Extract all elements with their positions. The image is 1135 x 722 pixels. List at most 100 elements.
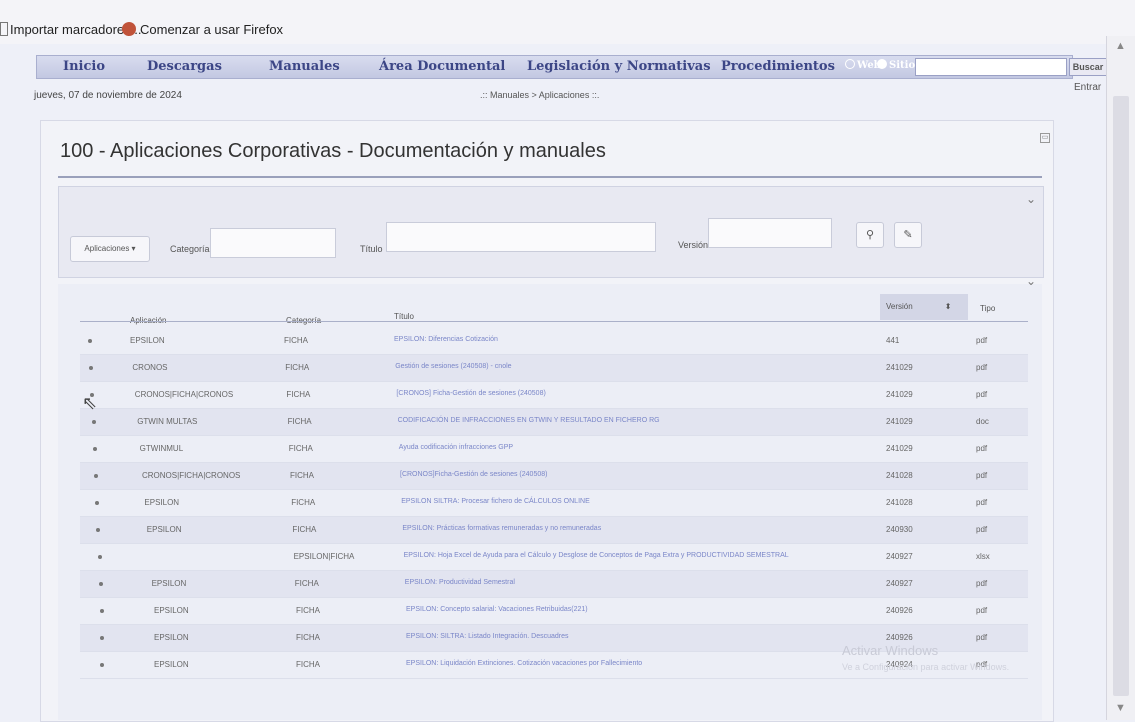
cell-titulo[interactable]: EPSILON: Liquidación Extinciones. Cotiza…	[406, 660, 642, 667]
row-expand-icon[interactable]	[100, 663, 104, 667]
header-tipo[interactable]: Tipo	[980, 304, 995, 313]
cell-aplicacion: EPSILON	[144, 498, 180, 507]
nav-area-documental[interactable]: Área Documental	[379, 59, 505, 74]
categoria-input[interactable]	[210, 228, 336, 258]
row-expand-icon[interactable]	[96, 528, 101, 532]
cell-titulo[interactable]: [CRONOS]Ficha-Gestión de sesiones (24050…	[400, 471, 547, 478]
panel-collapse-icon[interactable]: ▭	[1040, 133, 1050, 143]
nav-procedimientos[interactable]: Procedimientos	[721, 59, 835, 74]
header-version[interactable]: Versión ⬍	[880, 294, 968, 320]
radio-site-icon	[877, 59, 887, 69]
cell-titulo[interactable]: Ayuda codificación infracciones GPP	[399, 444, 513, 451]
cell-titulo[interactable]: EPSILON: SILTRA: Listado Integración. De…	[406, 633, 569, 640]
cell-titulo[interactable]: EPSILON: Diferencias Cotización	[394, 336, 498, 343]
cell-titulo[interactable]: EPSILON: Productividad Semestral	[405, 579, 515, 586]
cell-version: 441	[886, 336, 900, 345]
main-navigation: Inicio Descargas Manuales Área Documenta…	[36, 55, 1107, 79]
cell-version: 241029	[886, 363, 913, 372]
row-expand-icon[interactable]	[100, 609, 104, 613]
nav-legislacion[interactable]: Legislación y Normativas	[527, 59, 711, 74]
filter-collapse-chevron-icon[interactable]: ⌄	[1026, 192, 1036, 206]
title-divider	[58, 176, 1042, 178]
row-expand-icon[interactable]	[92, 447, 97, 451]
table-row[interactable]: EPSILON FICHA EPSILON: Prácticas formativa…	[80, 517, 1028, 544]
titulo-input[interactable]	[386, 222, 656, 252]
cell-titulo[interactable]: EPSILON: Hoja Excel de Ayuda para el Cál…	[404, 552, 789, 559]
firefox-icon	[122, 22, 136, 36]
radio-web[interactable]: Web	[845, 59, 881, 71]
cell-version: 241029	[886, 390, 913, 399]
table-row[interactable]: EPSILON FICHA EPSILON: Productividad Semes…	[80, 571, 1028, 598]
cell-categoria: FICHA	[286, 390, 311, 399]
cell-categoria: FICHA	[296, 633, 320, 642]
bookmark-import[interactable]: Importar marcadores...	[0, 22, 142, 37]
search-button[interactable]: Buscar	[1069, 58, 1107, 76]
clear-filter-button[interactable]: ✎	[894, 222, 922, 248]
version-input[interactable]	[708, 218, 832, 248]
row-expand-icon[interactable]	[100, 636, 104, 640]
cell-tipo: pdf	[976, 363, 988, 372]
scroll-down-icon[interactable]: ▼	[1115, 702, 1126, 714]
table-row[interactable]: CRONOS FICHA Gestión de sesiones (240508) …	[80, 355, 1028, 382]
scroll-up-icon[interactable]: ▲	[1115, 40, 1126, 52]
site-search-input[interactable]	[915, 58, 1067, 76]
cell-tipo: pdf	[976, 633, 988, 642]
row-expand-icon[interactable]	[98, 582, 103, 586]
table-row[interactable]: EPSILON FICHA EPSILON: Diferencias Cotizac…	[80, 328, 1028, 355]
scroll-thumb[interactable]	[1113, 96, 1129, 696]
applications-dropdown[interactable]: Aplicaciones ▾	[70, 236, 150, 262]
login-link[interactable]: Entrar	[1074, 82, 1101, 93]
table-collapse-chevron-icon[interactable]: ⌄	[1026, 274, 1036, 288]
row-expand-icon[interactable]	[88, 339, 92, 343]
header-titulo[interactable]: Título	[394, 312, 414, 321]
categoria-label: Categoría	[170, 244, 210, 254]
search-icon: ⚲	[865, 229, 875, 241]
cell-titulo[interactable]: EPSILON: Prácticas formativas remunerada…	[402, 525, 601, 532]
nav-inicio[interactable]: Inicio	[63, 59, 105, 74]
nav-descargas[interactable]: Descargas	[147, 59, 222, 74]
cell-aplicacion: CRONOS|FICHA|CRONOS	[134, 390, 234, 399]
row-expand-icon[interactable]	[97, 555, 102, 559]
cell-tipo: pdf	[976, 579, 988, 588]
cell-titulo[interactable]: EPSILON: Concepto salarial: Vacaciones R…	[406, 606, 588, 613]
row-expand-icon[interactable]	[94, 474, 98, 478]
cell-categoria: FICHA	[284, 336, 308, 345]
page-scrollbar[interactable]: ▲ ▼	[1106, 36, 1135, 720]
nav-manuales[interactable]: Manuales	[269, 59, 340, 74]
table-row[interactable]: GTWIN MULTAS FICHA CODIFICACIÓN DE INFRACC…	[80, 409, 1028, 436]
cell-titulo[interactable]: [CRONOS] Ficha-Gestión de sesiones (2405…	[396, 390, 545, 397]
table-row[interactable]: EPSILON FICHA EPSILON: Concepto salarial: …	[80, 598, 1028, 625]
radio-site[interactable]: Sitio	[877, 59, 915, 71]
eraser-icon: ✎	[903, 229, 913, 241]
cell-titulo[interactable]: CODIFICACIÓN DE INFRACCIONES EN GTWIN Y …	[398, 417, 660, 424]
cell-version: 240926	[886, 633, 913, 642]
cell-categoria: FICHA	[296, 660, 320, 669]
cell-version: 241029	[886, 444, 913, 453]
cell-version: 241028	[886, 498, 913, 507]
cell-categoria: FICHA	[291, 498, 316, 507]
table-row[interactable]: EPSILON|FICHA EPSILON: Hoja Excel de Ayud…	[80, 544, 1028, 571]
header-divider	[80, 321, 1028, 322]
cell-aplicacion: GTWIN MULTAS	[137, 417, 198, 426]
row-expand-icon[interactable]	[95, 501, 100, 505]
cell-titulo[interactable]: EPSILON SILTRA: Procesar fichero de CÁLC…	[401, 498, 590, 505]
table-row[interactable]: CRONOS|FICHA|CRONOS FICHA [CRONOS] Ficha-G…	[80, 382, 1028, 409]
cell-version: 240930	[886, 525, 913, 534]
search-filter-button[interactable]: ⚲	[856, 222, 884, 248]
sort-icon: ⬍	[944, 302, 952, 311]
cell-aplicacion: EPSILON	[154, 606, 189, 615]
cell-version: 241029	[886, 417, 913, 426]
row-expand-icon[interactable]	[89, 366, 94, 370]
cell-categoria: FICHA	[294, 579, 319, 588]
cell-titulo[interactable]: Gestión de sesiones (240508) - cnole	[395, 363, 511, 370]
table-row[interactable]: CRONOS|FICHA|CRONOS FICHA [CRONOS]Ficha-Ge…	[80, 463, 1028, 490]
cell-version: 240927	[886, 579, 913, 588]
bookmark-firefox[interactable]: Comenzar a usar Firefox	[122, 22, 283, 37]
breadcrumb: .:: Manuales > Aplicaciones ::.	[480, 90, 600, 100]
cell-categoria: FICHA	[290, 471, 314, 480]
cell-tipo: pdf	[976, 390, 988, 399]
table-row[interactable]: EPSILON FICHA EPSILON SILTRA: Procesar fic…	[80, 490, 1028, 517]
row-expand-icon[interactable]	[91, 420, 96, 424]
mouse-cursor-icon: ⇖	[82, 393, 98, 413]
table-row[interactable]: GTWINMUL FICHA Ayuda codificación infracci…	[80, 436, 1028, 463]
